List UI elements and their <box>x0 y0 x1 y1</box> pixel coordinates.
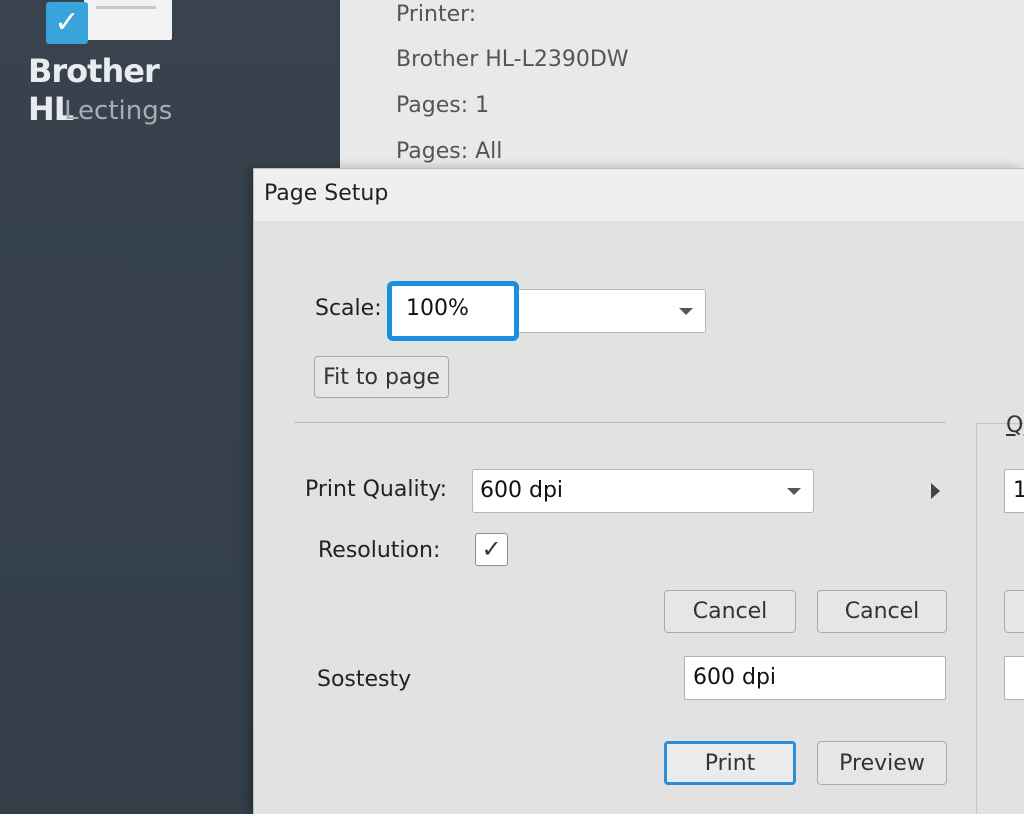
fit-to-page-button[interactable]: Fit to page <box>314 356 449 398</box>
resolution-checkbox[interactable]: ✓ <box>475 533 508 566</box>
section-divider <box>294 422 946 423</box>
document-icon <box>84 0 172 40</box>
print-quality-label: Print Quality: <box>305 477 448 502</box>
dialog-titlebar[interactable]: Page Setup <box>254 169 1024 221</box>
dialog-title: Page Setup <box>264 181 389 206</box>
sostesty-label: Sostesty <box>317 667 412 692</box>
right-group-border <box>976 423 977 814</box>
chevron-down-icon[interactable] <box>787 488 801 495</box>
resolution-label: Resolution: <box>318 538 441 563</box>
printer-app-logo: ✓ <box>46 0 172 48</box>
print-button[interactable]: Print <box>664 741 796 785</box>
page-setup-dialog: Page Setup Scale: 100% Fit to page Q Pri… <box>253 168 1024 814</box>
right-partial-button[interactable] <box>1004 590 1024 633</box>
scale-value: 100% <box>406 296 469 321</box>
sostesty-input[interactable]: 600 dpi <box>684 656 946 700</box>
right-section-label: Q <box>1006 413 1024 438</box>
sostesty-value: 600 dpi <box>693 665 777 690</box>
chevron-down-icon[interactable] <box>679 308 693 315</box>
pages-range: Pages: All <box>396 139 503 164</box>
printer-label: Printer: <box>396 2 477 27</box>
checkmark-icon: ✓ <box>46 2 88 44</box>
preview-button[interactable]: Preview <box>817 741 947 785</box>
expand-arrow-icon[interactable] <box>931 483 940 499</box>
cancel-button-1[interactable]: Cancel <box>664 590 796 633</box>
right-partial-input[interactable] <box>1004 656 1024 700</box>
scale-label: Scale: <box>315 296 382 321</box>
cancel-button-2[interactable]: Cancel <box>817 590 947 633</box>
scale-input[interactable]: 100% <box>387 281 519 341</box>
print-quality-select[interactable]: 600 dpi <box>472 469 814 513</box>
pages-count: Pages: 1 <box>396 93 490 118</box>
app-subtitle: Lectings <box>64 96 173 126</box>
right-field-value: 1 <box>1013 478 1024 503</box>
print-quality-value: 600 dpi <box>480 478 564 503</box>
right-field[interactable]: 1 <box>1004 469 1024 513</box>
printer-name: Brother HL-L2390DW <box>396 47 629 72</box>
